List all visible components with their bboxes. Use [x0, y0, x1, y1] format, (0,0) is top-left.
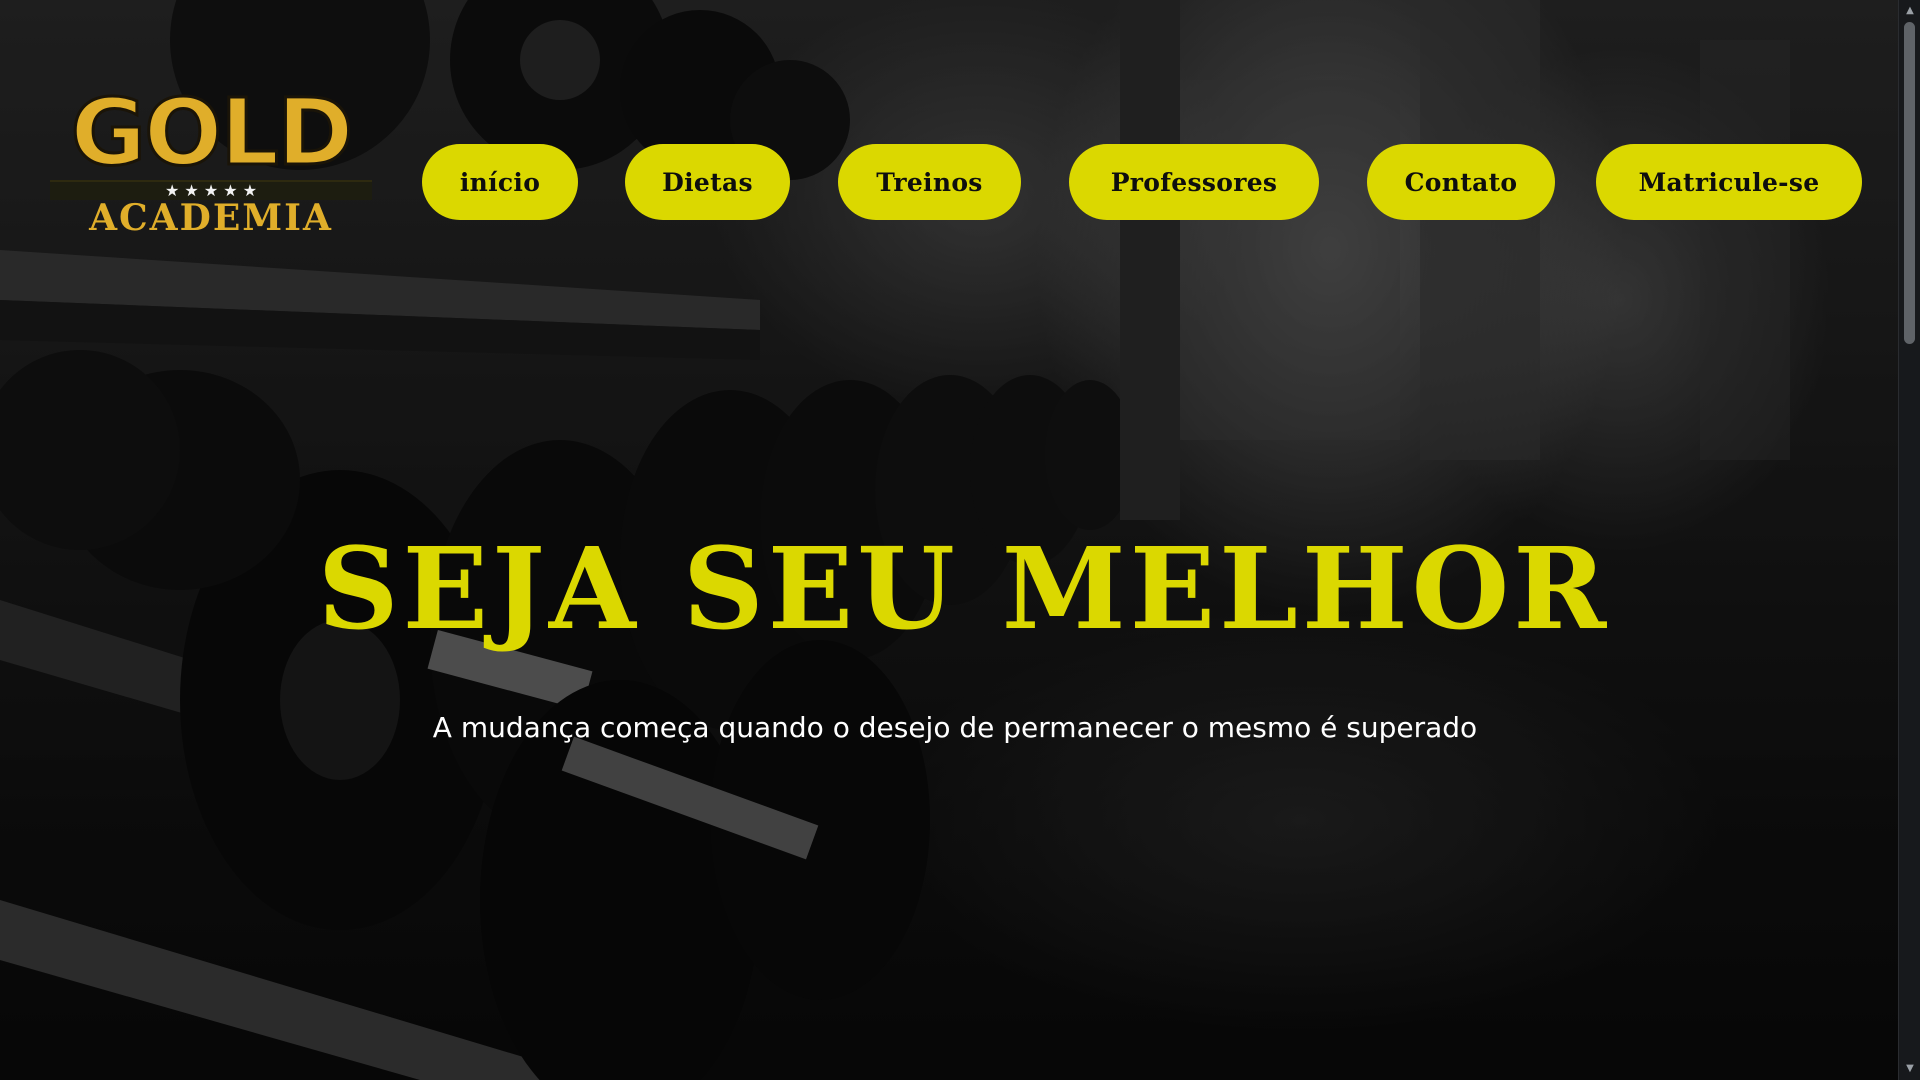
nav-item-inicio[interactable]: início — [422, 144, 578, 220]
logo-wordmark: GOLD — [69, 79, 355, 186]
nav-item-contato[interactable]: Contato — [1367, 144, 1555, 220]
logo-subtitle: ACADEMIA — [89, 197, 333, 239]
nav-item-matricule-se[interactable]: Matricule-se — [1596, 144, 1862, 220]
hero-subtitle: A mudança começa quando o desejo de perm… — [432, 711, 1478, 744]
scrollbar-thumb[interactable] — [1904, 22, 1915, 344]
nav-item-treinos[interactable]: Treinos — [838, 144, 1021, 220]
vertical-scrollbar[interactable]: ▲ ▼ — [1898, 0, 1920, 1080]
hero-title: SEJA SEU MELHOR — [317, 524, 1611, 655]
page: GOLD ★ ★ ★ ★ ★ ACADEMIA início Dietas Tr… — [0, 0, 1898, 1080]
nav-item-dietas[interactable]: Dietas — [625, 144, 790, 220]
nav-item-professores[interactable]: Professores — [1069, 144, 1319, 220]
chevron-down-icon[interactable]: ▼ — [1899, 1060, 1920, 1078]
chevron-up-icon[interactable]: ▲ — [1899, 2, 1920, 20]
logo[interactable]: GOLD ★ ★ ★ ★ ★ ACADEMIA — [50, 79, 372, 239]
